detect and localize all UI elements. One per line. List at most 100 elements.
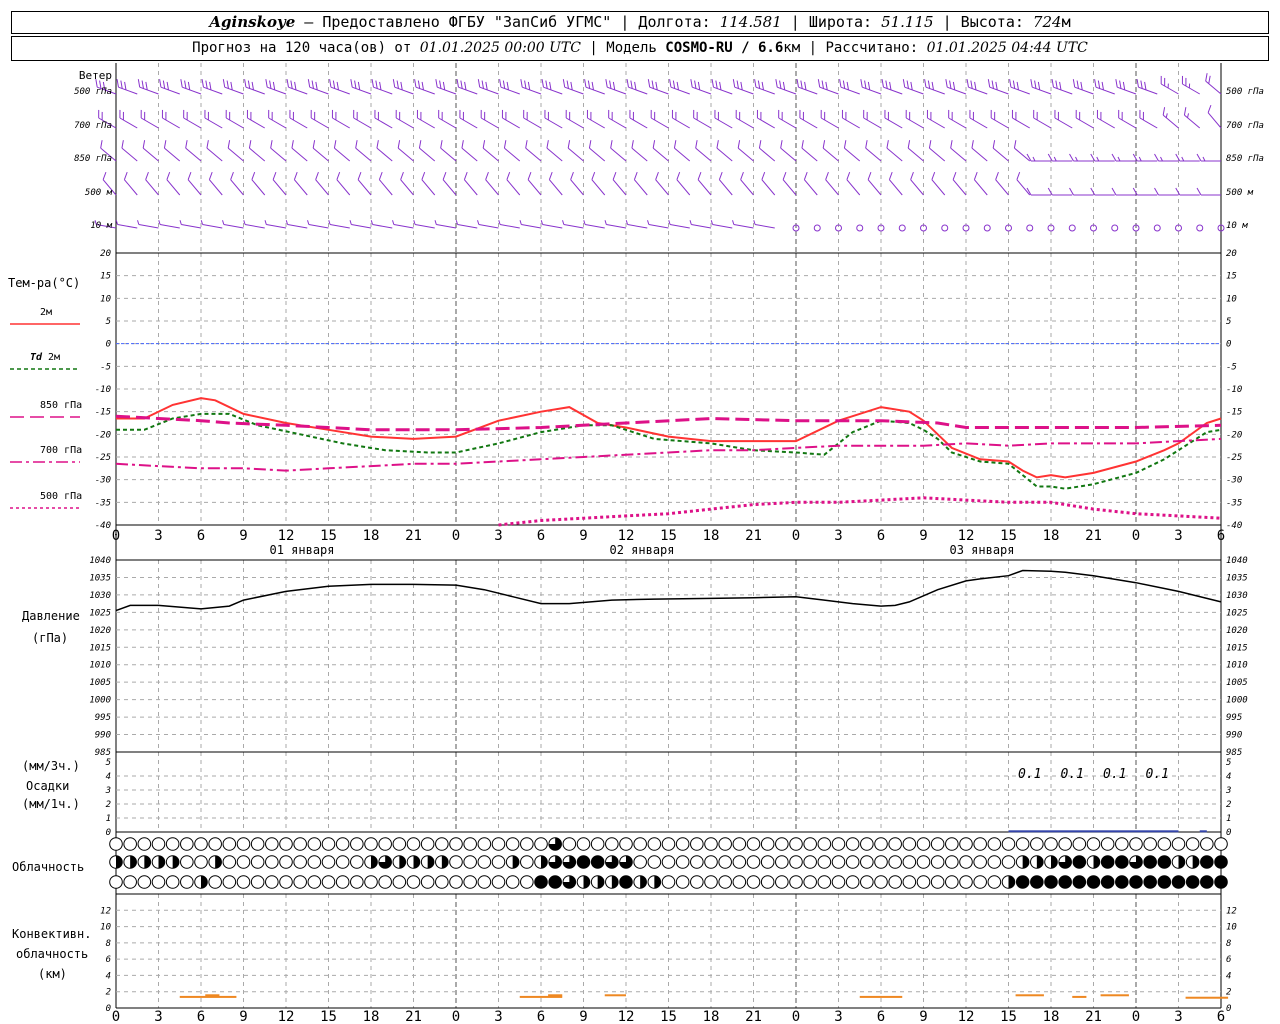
cloud-symbol xyxy=(1129,855,1143,869)
barb-part xyxy=(480,117,499,129)
cloud-circle xyxy=(831,855,846,869)
cloud-symbol xyxy=(1214,855,1228,869)
x-tick-label: 6 xyxy=(877,1009,885,1024)
cloud-circle xyxy=(831,875,846,889)
barb-part xyxy=(820,109,822,119)
wind-barb xyxy=(567,140,584,162)
wind-barb xyxy=(285,220,308,229)
cloud-symbol xyxy=(661,875,676,889)
cloud-circle xyxy=(945,855,959,869)
wind-barb xyxy=(548,171,563,196)
barb-part xyxy=(519,220,522,225)
barb-part xyxy=(307,79,311,88)
barb-part xyxy=(817,79,821,88)
barb-part xyxy=(414,224,435,229)
barb-part xyxy=(139,86,159,95)
barb-part xyxy=(780,147,797,162)
barb-part xyxy=(737,140,741,149)
cloud-symbol xyxy=(945,837,959,851)
cloud-symbol xyxy=(1115,855,1129,869)
cloud-symbol xyxy=(236,855,251,869)
cloud-circle xyxy=(151,837,166,851)
barb-part xyxy=(740,171,744,180)
y-tick-label: 4 xyxy=(106,971,111,981)
barb-part xyxy=(992,147,1009,162)
cloud-circle xyxy=(590,837,605,851)
cloud-circle xyxy=(378,875,392,889)
barb-part xyxy=(1138,86,1158,95)
y-tick-label: 1000 xyxy=(1226,696,1248,706)
barb-part xyxy=(440,140,443,149)
barb-part xyxy=(123,171,128,180)
barb-part xyxy=(1196,187,1202,196)
cloud-symbol xyxy=(661,855,676,869)
barb-part xyxy=(477,79,481,88)
wind-barb xyxy=(676,171,691,196)
cloud-symbol xyxy=(123,855,137,869)
cloud-circle xyxy=(633,855,647,869)
y-tick-label: 15 xyxy=(1226,272,1237,282)
barb-part xyxy=(525,140,528,149)
barb-part xyxy=(160,86,180,95)
barb-part xyxy=(1032,86,1052,95)
cloud-circle xyxy=(690,875,704,889)
barb-part xyxy=(714,109,716,119)
cloud-circle xyxy=(874,855,888,869)
cloud-circle xyxy=(1100,855,1115,869)
barb-part xyxy=(268,117,287,129)
x-tick-label: 12 xyxy=(278,528,295,544)
cloud-circle xyxy=(760,875,775,889)
barb-part xyxy=(865,140,868,149)
y-tick-label: 0 xyxy=(106,828,111,838)
cloud-circle xyxy=(704,837,718,851)
wind-barb xyxy=(633,171,648,196)
cloud-circle xyxy=(1185,875,1200,889)
cloud-symbol xyxy=(321,855,336,869)
barb-part xyxy=(799,117,818,129)
cloud-fill xyxy=(172,855,179,869)
wind-barb xyxy=(336,171,351,196)
barb-part xyxy=(142,140,146,149)
barb-part xyxy=(761,179,776,196)
wind-barb xyxy=(506,171,521,196)
wind-level-right: 700 гПа xyxy=(1226,121,1264,131)
wind-barb xyxy=(1047,153,1073,162)
wind-barb xyxy=(803,171,818,196)
y-tick-label: -10 xyxy=(95,385,111,395)
barb-part xyxy=(775,79,778,88)
y-tick-label: 3 xyxy=(1225,786,1231,796)
barb-part xyxy=(315,171,319,180)
barb-part xyxy=(564,86,584,95)
cloud-symbol xyxy=(1044,855,1058,869)
cloud-symbol xyxy=(250,875,265,889)
x-tick-label: 9 xyxy=(579,528,587,544)
cloud-fill xyxy=(583,875,590,889)
y-tick-label: 2 xyxy=(106,800,111,810)
cloud-circle xyxy=(520,855,534,869)
barb-part xyxy=(886,147,903,162)
barb-part xyxy=(522,86,542,95)
cloud-circle xyxy=(775,837,789,851)
barb-part xyxy=(589,147,606,162)
barb-part xyxy=(971,147,988,162)
y-tick-label: 1005 xyxy=(1226,678,1248,688)
cloud-circle xyxy=(1214,855,1228,869)
cloud-circle xyxy=(1129,875,1143,889)
cloud-circle xyxy=(449,875,463,889)
barb-part xyxy=(714,117,733,129)
barb-part xyxy=(117,224,138,229)
cloud-symbol xyxy=(619,837,633,851)
barb-part xyxy=(737,147,754,162)
cloud-circle xyxy=(789,837,803,851)
x-tick-label: 12 xyxy=(618,1009,635,1024)
barb-part xyxy=(759,147,776,162)
barb-part xyxy=(889,179,903,196)
y-tick-label: 6 xyxy=(1226,955,1231,965)
barb-part xyxy=(974,179,988,196)
cloud-circle xyxy=(1058,837,1072,851)
x-tick-label: 6 xyxy=(537,1009,545,1024)
wind-barb xyxy=(867,171,882,196)
wind-barb xyxy=(711,79,733,95)
cloud-symbol xyxy=(1001,875,1016,889)
cloud-circle xyxy=(420,837,435,851)
